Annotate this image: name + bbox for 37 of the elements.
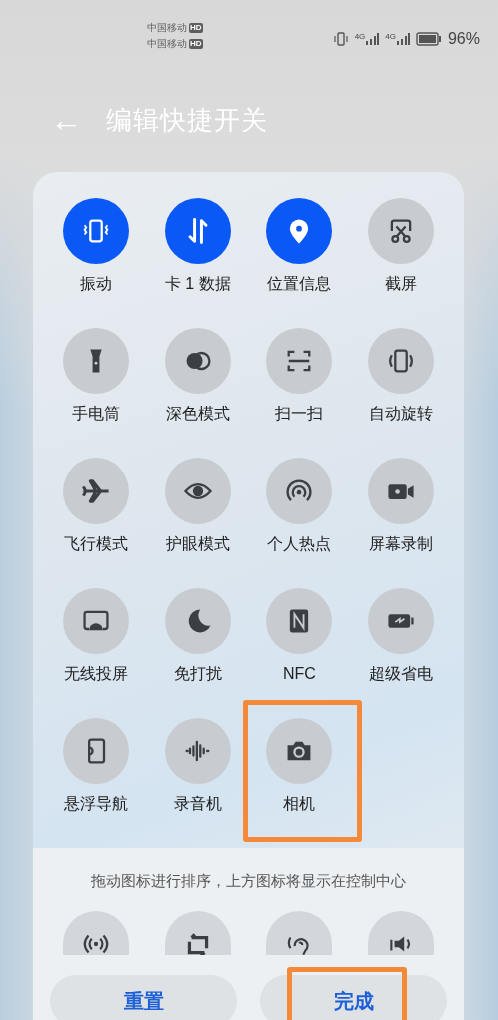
toggle-label: 位置信息 (267, 274, 332, 294)
toggle-label: 手电筒 (71, 404, 120, 424)
toggle-label: 相机 (283, 794, 316, 814)
hd-badge: HD (189, 39, 203, 49)
toggle-label: 截屏 (385, 274, 418, 294)
toggle-label: 无线投屏 (63, 664, 128, 684)
signal-icon (365, 33, 380, 45)
toggle-label: 振动 (79, 274, 112, 294)
vibrate-icon (332, 31, 349, 47)
toggle-label: 个人热点 (267, 534, 332, 554)
toggle-label: 自动旋转 (369, 404, 434, 424)
toggle-label: 深色模式 (165, 404, 230, 424)
network-type: 4G (385, 33, 396, 41)
action-button[interactable]: 重置 (50, 974, 237, 1020)
action-button[interactable]: 完成 (260, 974, 447, 1020)
toggle-label: NFC (282, 664, 316, 684)
toggle-button[interactable] (62, 910, 129, 955)
toggle-label: 屏幕录制 (369, 534, 434, 554)
battery-icon (415, 32, 442, 46)
toggle-label: 扫一扫 (275, 404, 324, 424)
toggle-label: 超级省电 (369, 664, 434, 684)
hint-text: 拖动图标进行排序，上方图标将显示在控制中心 (90, 871, 407, 891)
signal-icon (395, 33, 410, 45)
carrier-name: 中国移动 (147, 21, 187, 35)
toggle-label: 卡 1 数据 (164, 274, 231, 294)
network-type: 4G (354, 33, 366, 41)
toggle-label: 护眼模式 (165, 534, 230, 554)
toggle-label: 录音机 (173, 794, 222, 814)
toggle-button[interactable] (266, 910, 333, 955)
carrier-name: 中国移动 (147, 37, 187, 51)
battery-percent: 96% (447, 29, 480, 49)
toggle-label: 悬浮导航 (63, 794, 128, 814)
toggle-label: 飞行模式 (63, 534, 128, 554)
toggle-label: 免打扰 (173, 664, 222, 684)
toggle-button[interactable] (164, 910, 231, 955)
hd-badge: HD (189, 23, 203, 33)
toggle-button[interactable] (368, 910, 435, 955)
